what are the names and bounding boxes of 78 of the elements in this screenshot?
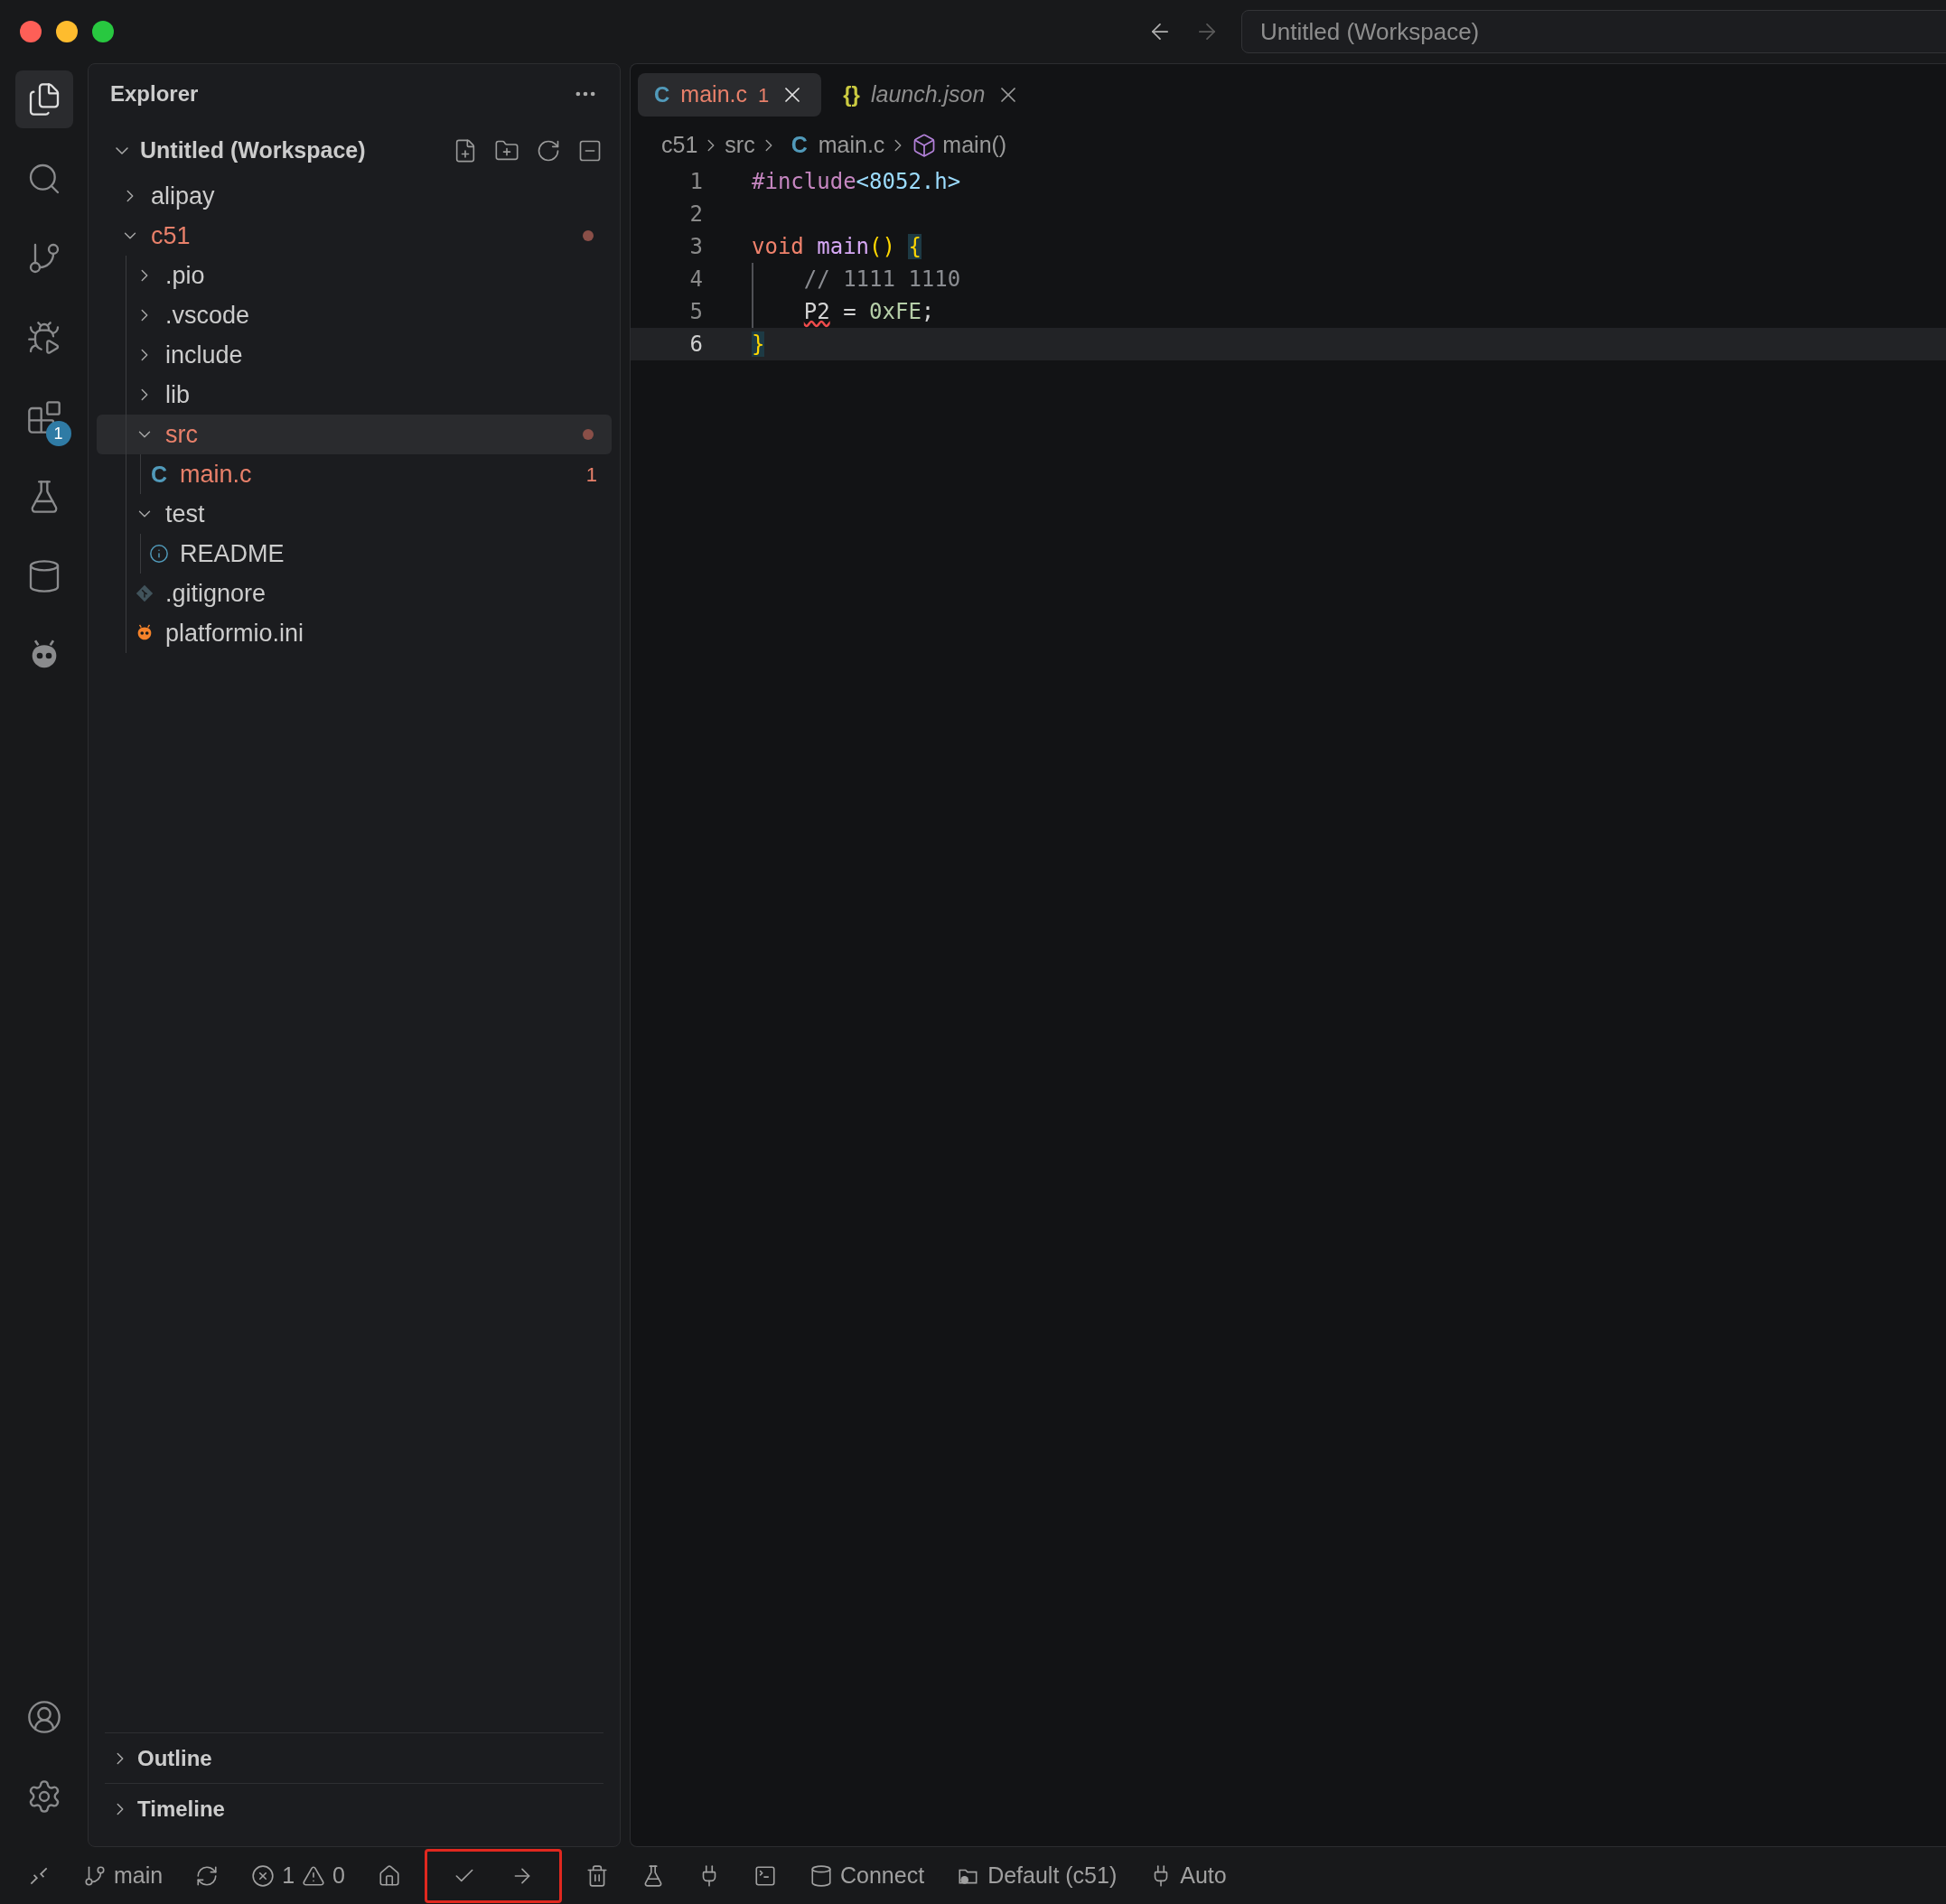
section-header[interactable]: Timeline <box>105 1783 603 1834</box>
code-text: P2 = 0xFE; <box>802 298 935 326</box>
branch-icon <box>83 1863 107 1888</box>
breadcrumb[interactable]: c51 <box>661 128 698 163</box>
line-number: 1 <box>688 168 703 196</box>
file-row[interactable]: .gitignore <box>97 574 612 613</box>
line-number: 3 <box>688 233 703 261</box>
editor-tab[interactable]: {} launch.json <box>827 73 1038 117</box>
folder-row[interactable]: src <box>97 415 612 454</box>
line-number: 4 <box>688 266 703 294</box>
folder-row[interactable]: c51 <box>97 216 612 256</box>
terminal-icon[interactable] <box>753 1863 777 1888</box>
sync-icon[interactable] <box>195 1863 220 1888</box>
folder-name: test <box>165 499 205 529</box>
breadcrumb[interactable]: main() <box>942 128 1007 163</box>
account-icon[interactable] <box>25 1699 62 1735</box>
folder-name: include <box>165 340 243 370</box>
file-name: platformio.ini <box>165 618 304 649</box>
json-file-icon: {} <box>843 79 860 111</box>
file-name: main.c <box>180 459 252 490</box>
folder-row[interactable]: test <box>97 494 612 534</box>
line-number: 6 <box>688 331 703 359</box>
close-window-button[interactable] <box>20 21 42 42</box>
c-file-icon: C <box>791 128 808 163</box>
diamond-icon <box>135 583 154 603</box>
file-row[interactable]: README <box>97 534 612 574</box>
activity-item[interactable] <box>14 70 73 128</box>
folder-row[interactable]: include <box>97 335 612 375</box>
c-file-icon: C <box>654 79 670 111</box>
folder-name: .vscode <box>165 300 250 331</box>
breadcrumb[interactable]: src <box>725 128 755 163</box>
c-file-icon: C <box>150 462 168 486</box>
line-number: 5 <box>688 298 703 326</box>
section-header[interactable]: Outline <box>105 1732 603 1783</box>
file-name: README <box>180 538 285 569</box>
activity-item[interactable]: 1 <box>14 388 73 446</box>
collapse-icon[interactable] <box>577 138 603 163</box>
branch-button[interactable]: main <box>83 1858 164 1893</box>
file-row[interactable]: C main.c 1 <box>97 454 612 494</box>
tab-label: launch.json <box>870 80 986 109</box>
folder-name: c51 <box>151 220 191 251</box>
breadcrumb[interactable]: main.c <box>818 128 885 163</box>
folder-name: .pio <box>165 260 205 291</box>
workspace-row[interactable]: Untitled (Workspace) <box>97 131 612 171</box>
panel-title: Explorer <box>110 80 199 107</box>
line-number: 2 <box>688 201 703 229</box>
problems-button[interactable]: 1 0 <box>251 1858 345 1893</box>
folder-row[interactable]: .vscode <box>97 295 612 335</box>
cylinder-icon <box>809 1863 833 1888</box>
folder-name: src <box>165 419 198 450</box>
trash-icon[interactable] <box>585 1863 609 1888</box>
port-button[interactable]: Auto <box>1149 1858 1227 1893</box>
folder-name: lib <box>165 379 190 410</box>
folder-row[interactable]: .pio <box>97 256 612 295</box>
home-icon[interactable] <box>378 1863 401 1888</box>
tab-label: main.c <box>680 80 747 109</box>
folder-row[interactable]: lib <box>97 375 612 415</box>
code-text: // 1111 1110 <box>802 266 961 294</box>
info-icon <box>149 543 169 565</box>
workspace-name: Untitled (Workspace) <box>140 136 366 165</box>
refresh-icon[interactable] <box>536 138 561 163</box>
problem-count: 1 <box>585 462 597 488</box>
folder-row[interactable]: alipay <box>97 176 612 216</box>
code-text: void main() { <box>752 233 922 261</box>
editor-tab[interactable]: C main.c 1 <box>638 73 822 117</box>
folder-name: alipay <box>151 181 215 211</box>
code-text: #include<8052.h> <box>752 168 961 196</box>
file-name: .gitignore <box>165 578 267 609</box>
problem-count: 1 <box>758 82 770 108</box>
error-icon <box>251 1863 276 1888</box>
connect-button[interactable]: Connect <box>809 1858 925 1893</box>
code-text: } <box>752 331 765 359</box>
environment-button[interactable]: Default (c51) <box>957 1858 1118 1893</box>
command-center[interactable]: Untitled (Workspace) <box>1241 10 1946 53</box>
zoom-window-button[interactable] <box>92 21 114 42</box>
file-row[interactable]: platformio.ini <box>97 613 612 653</box>
minimize-window-button[interactable] <box>56 21 78 42</box>
badge: 1 <box>45 421 71 446</box>
